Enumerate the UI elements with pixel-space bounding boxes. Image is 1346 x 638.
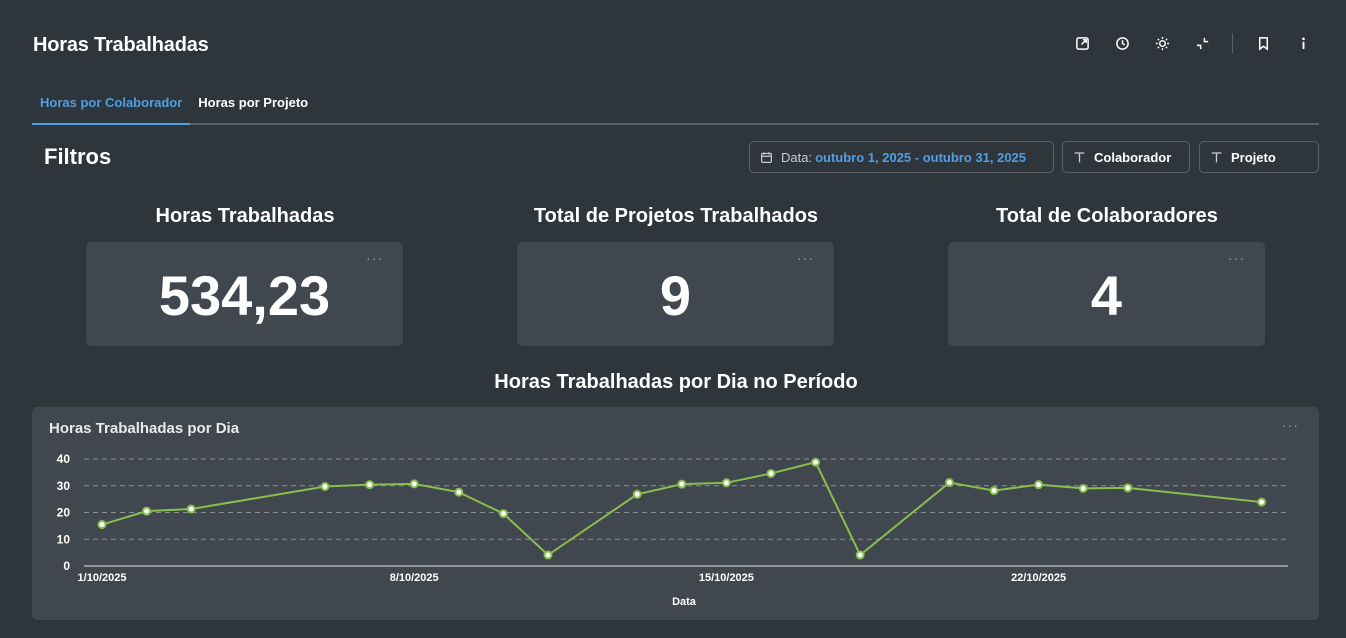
toolbar-divider (1232, 33, 1233, 53)
data-point (632, 489, 642, 499)
date-filter-value: outubro 1, 2025 - outubro 31, 2025 (815, 149, 1027, 165)
filters-title: Filtros (44, 144, 112, 169)
text-type-icon (1074, 151, 1085, 162)
kpi-card-horas: ··· 534,23 (86, 242, 403, 346)
data-point (1123, 483, 1133, 493)
data-point (1257, 497, 1267, 507)
line-chart-card: Horas Trabalhadas por Dia ··· 0 10 20 30 40 1… (32, 407, 1319, 620)
data-point (677, 479, 687, 489)
kpi-title-colaboradores: Total de Colaboradores (996, 205, 1218, 227)
data-point (142, 506, 152, 516)
colaborador-filter-button[interactable]: Colaborador (1062, 141, 1190, 173)
kpi-title-horas: Horas Trabalhadas (155, 205, 335, 227)
data-point (811, 457, 821, 467)
card-menu-icon[interactable]: ··· (797, 250, 814, 266)
tab-horas-por-colaborador[interactable]: Horas por Colaborador (32, 88, 191, 125)
y-tick-label: 0 (63, 559, 70, 573)
data-point (855, 550, 865, 560)
tab-bar: Horas por Colaborador Horas por Projeto (32, 88, 1319, 125)
x-tick-label: 1/10/2025 (78, 572, 127, 584)
x-tick-label: 8/10/2025 (390, 572, 439, 584)
x-axis-title: Data (672, 596, 697, 608)
y-tick-label: 20 (57, 506, 71, 520)
x-tick-label: 15/10/2025 (699, 572, 754, 584)
kpi-value-projetos: 9 (659, 264, 692, 327)
series-line (101, 461, 1262, 557)
data-point (498, 509, 508, 519)
card-menu-icon[interactable]: ··· (366, 250, 383, 266)
share-icon[interactable] (1072, 33, 1092, 53)
kpi-value-colaboradores: 4 (1090, 264, 1123, 327)
page-title: Horas Trabalhadas (33, 34, 209, 56)
collapse-icon[interactable] (1192, 33, 1212, 53)
colaborador-filter-label: Colaborador (1094, 149, 1172, 165)
data-point (97, 520, 107, 530)
info-icon[interactable] (1293, 33, 1313, 53)
clock-icon[interactable] (1112, 33, 1132, 53)
data-point (1078, 483, 1088, 493)
y-tick-label: 40 (57, 452, 71, 466)
date-filter-button[interactable]: Data: outubro 1, 2025 - outubro 31, 2025 (749, 141, 1054, 173)
kpi-title-projetos: Total de Projetos Trabalhados (533, 205, 819, 227)
data-point (1034, 480, 1044, 490)
kpi-value-horas: 534,23 (158, 264, 331, 327)
calendar-icon (761, 151, 772, 163)
data-point (320, 482, 330, 492)
tab-horas-por-projeto[interactable]: Horas por Projeto (190, 88, 316, 123)
bookmark-icon[interactable] (1253, 33, 1273, 53)
projeto-filter-label: Projeto (1231, 149, 1276, 165)
data-point (766, 468, 776, 478)
kpi-card-projetos: ··· 9 (517, 242, 834, 346)
data-point (409, 479, 419, 489)
text-type-icon (1211, 151, 1222, 162)
data-point (186, 504, 196, 514)
dashboard-toolbar (1052, 33, 1313, 53)
line-chart: 0 10 20 30 40 1/10/2025 8/10/2025 15/10/2025 22/… (57, 452, 1288, 608)
sun-icon[interactable] (1152, 33, 1172, 53)
data-point (543, 550, 553, 560)
projeto-filter-button[interactable]: Projeto (1199, 141, 1319, 173)
card-menu-icon[interactable]: ··· (1228, 250, 1245, 266)
y-tick-label: 10 (57, 532, 71, 546)
x-tick-label: 22/10/2025 (1011, 572, 1066, 584)
date-filter-label: Data: (781, 149, 813, 165)
chart-section-heading: Horas Trabalhadas por Dia no Período (494, 371, 858, 393)
data-point (365, 480, 375, 490)
y-tick-label: 30 (57, 479, 71, 493)
kpi-card-colaboradores: ··· 4 (948, 242, 1265, 346)
data-point (944, 478, 954, 488)
data-point (454, 487, 464, 497)
data-point (721, 478, 731, 488)
data-point (989, 486, 999, 496)
